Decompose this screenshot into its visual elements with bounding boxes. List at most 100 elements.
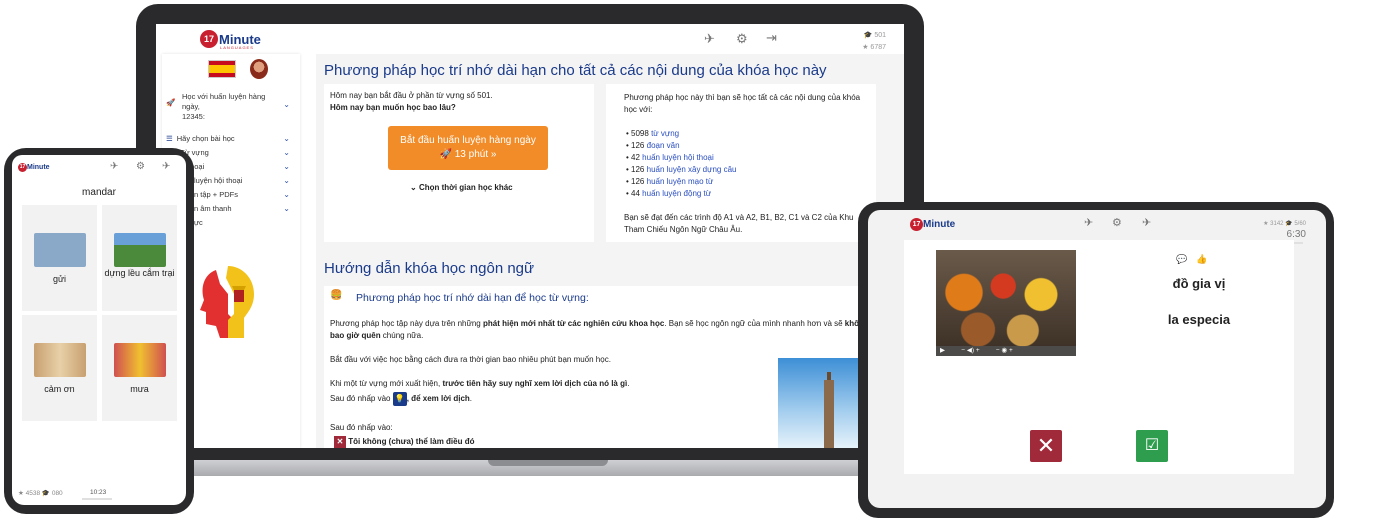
- content-link[interactable]: huấn luyện hội thoại: [642, 153, 714, 162]
- sidebar-item-label: n âm thanh: [194, 204, 232, 213]
- guide-paragraph: bao giờ quên chúng nữa.: [330, 330, 423, 342]
- stat-words: 4538: [25, 490, 41, 497]
- sidebar-item-label: ngày,: [182, 102, 200, 111]
- text-run: khô: [844, 319, 860, 328]
- content-item: • 5098 từ vựng: [626, 129, 680, 138]
- content-count: 126: [631, 177, 645, 186]
- text-run: . Bạn sẽ học ngôn ngữ của mình nhanh hơn…: [664, 319, 845, 328]
- speech-bubble-icon[interactable]: 💬: [1176, 254, 1187, 265]
- video-controls[interactable]: ▶ − ◀) + − ◉ +: [936, 346, 1076, 356]
- chevron-down-icon: ⌄: [283, 100, 290, 109]
- stat-points: 080: [51, 490, 63, 497]
- tile-image: [114, 343, 166, 377]
- guide-paragraph: Phương pháp học tập này dựa trên những p…: [330, 318, 859, 330]
- content-link[interactable]: đoạn văn: [647, 141, 680, 150]
- course-outcome: Bạn sẽ đạt đến các trình độ A1 và A2, B1…: [624, 213, 854, 222]
- tile-image: [34, 233, 86, 267]
- logo-word: Minute: [923, 219, 956, 230]
- progress-bar: [82, 498, 112, 500]
- content-count: 44: [631, 189, 640, 198]
- tile-image: [114, 233, 166, 267]
- app-logo[interactable]: 17 Minute: [18, 163, 50, 172]
- app-logo[interactable]: 17 Minute: [910, 218, 955, 231]
- head-illustration: [200, 266, 254, 338]
- no-practice-icon[interactable]: ✈: [110, 162, 118, 172]
- sidebar-item-choose-lesson[interactable]: ☰ Hãy chọn bài học ⌄: [166, 134, 294, 144]
- answer-tile[interactable]: dựng lều cắm trại: [102, 205, 177, 311]
- rocket-icon: 🚀: [166, 98, 176, 107]
- logo-subtitle: LANGUAGES: [220, 45, 254, 50]
- laptop-screen: 17 Minute LANGUAGES ✈ ⚙ ⇥ 🎓 501 ★ 6787 🚀…: [156, 24, 904, 448]
- timer-value: 6:30: [1286, 229, 1306, 240]
- sidebar-item-daily-training[interactable]: 🚀 Học với huấn luyện hàng ngày, 12345: ⌄: [166, 92, 294, 122]
- logo-word: Minute: [27, 164, 50, 171]
- start-daily-training-button[interactable]: Bắt đầu huấn luyện hàng ngày 🚀 13 phút »: [388, 126, 548, 170]
- tile-label: mưa: [130, 384, 149, 394]
- sound-off-icon[interactable]: ✈: [1142, 218, 1151, 229]
- no-practice-icon[interactable]: ✈: [704, 32, 715, 45]
- sidebar-item-label: 12345:: [182, 112, 205, 121]
- course-outcome: Tham Chiếu Ngôn Ngữ Châu Âu.: [624, 225, 743, 234]
- course-contents-card: Phương pháp học này thì bạn sẽ học tất c…: [606, 84, 876, 242]
- answer-tile[interactable]: mưa: [102, 315, 177, 421]
- button-label: Bắt đầu huấn luyện hàng ngày: [400, 135, 536, 146]
- sound-off-icon[interactable]: ✈: [162, 162, 170, 172]
- flashcard: ▶ − ◀) + − ◉ + 💬 👍 đồ gia vị la especia …: [904, 240, 1294, 474]
- text-run: Tôi không (chưa) thể làm điều đó: [348, 437, 475, 446]
- thumbs-up-icon[interactable]: 👍: [1196, 254, 1207, 265]
- content-count: 42: [631, 153, 640, 162]
- course-intro: học với:: [624, 105, 653, 114]
- answer-tile[interactable]: cảm ơn: [22, 315, 97, 421]
- app-logo[interactable]: 17 Minute LANGUAGES: [200, 30, 261, 50]
- text-run: bao giờ quên: [330, 331, 381, 340]
- no-practice-icon[interactable]: ✈: [1084, 218, 1093, 229]
- close-icon: ✕: [1036, 433, 1056, 458]
- guide-paragraph: ✕ Tôi không (chưa) thể làm điều đó: [334, 436, 474, 448]
- start-info-text: Hôm nay bạn bắt đầu ở phần từ vựng số 50…: [330, 91, 493, 100]
- chevron-down-icon: ⌄: [283, 148, 290, 157]
- phone-footer: ★ 4538 🎓 080 10:23: [12, 483, 186, 505]
- avatar[interactable]: [250, 59, 268, 79]
- content-link[interactable]: huấn luyện động từ: [642, 189, 711, 198]
- answer-tile[interactable]: gửi: [22, 205, 97, 311]
- content-link[interactable]: huấn luyện xây dựng câu: [647, 165, 737, 174]
- sidebar-item-label: n tập + PDFs: [194, 190, 238, 199]
- quiz-word: mandar: [82, 187, 116, 198]
- content-count: 126: [631, 141, 645, 150]
- duration-question: Hôm nay bạn muốn học bao lâu?: [330, 103, 456, 112]
- logout-icon[interactable]: ⇥: [766, 31, 777, 44]
- course-intro: Phương pháp học này thì bạn sẽ học tất c…: [624, 93, 861, 102]
- stat-words: 501: [874, 32, 886, 39]
- gear-icon[interactable]: ⚙: [136, 162, 145, 172]
- content-item: • 126 huấn luyện mạo từ: [626, 177, 714, 186]
- text-run: Sau đó nhấp vào: [330, 394, 391, 404]
- sidebar-item-label: luyện hội thoại: [194, 176, 243, 185]
- button-duration: 13 phút: [454, 149, 489, 160]
- lightbulb-icon: 💡: [392, 392, 407, 406]
- dont-know-button[interactable]: ✕: [1030, 430, 1062, 462]
- text-run: chúng nữa.: [380, 331, 424, 340]
- gear-icon[interactable]: ⚙: [1112, 218, 1122, 229]
- spain-flag-icon[interactable]: [208, 60, 236, 78]
- text-run: phát hiện mới nhất từ các nghiên cứu kho…: [482, 319, 665, 328]
- foreign-word: la especia: [1167, 312, 1231, 327]
- timer: 10:23: [90, 489, 107, 496]
- header-stats: 🎓 501 ★ 6787: [862, 32, 886, 51]
- guide-paragraph: Khi một từ vựng mới xuất hiện, trước tiê…: [330, 378, 629, 390]
- content-item: • 126 đoạn văn: [626, 141, 680, 150]
- laptop-notch: [488, 460, 608, 466]
- logo-badge: 17: [200, 30, 218, 48]
- chevron-down-icon: ⌄: [410, 183, 417, 192]
- know-it-button[interactable]: ☑: [1136, 430, 1168, 462]
- chevron-down-icon: ⌄: [283, 190, 290, 199]
- page-title: Phương pháp học trí nhớ dài hạn cho tất …: [324, 62, 827, 79]
- content-link[interactable]: huấn luyện mạo từ: [647, 177, 714, 186]
- tile-image: [34, 343, 86, 377]
- gear-icon[interactable]: ⚙: [736, 32, 748, 45]
- choose-time-label: Chọn thời gian học khác: [418, 183, 513, 192]
- laptop-header: 17 Minute LANGUAGES ✈ ⚙ ⇥ 🎓 501 ★ 6787: [156, 24, 904, 52]
- content-link[interactable]: từ vựng: [651, 129, 679, 138]
- stat-points: 5/60: [1294, 221, 1306, 227]
- tablet-screen: 17 Minute ✈ ⚙ ✈ ★ 3142 🎓 5/60 6:30 ▶ − ◀…: [868, 210, 1326, 508]
- choose-other-time-link[interactable]: ⌄ Chọn thời gian học khác: [410, 182, 513, 194]
